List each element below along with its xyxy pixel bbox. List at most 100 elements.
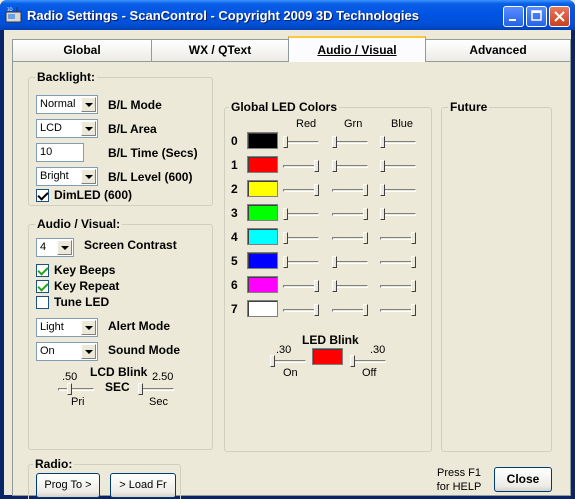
future-group: Future — [441, 100, 552, 452]
slider-thumb[interactable] — [411, 232, 416, 244]
led-blink-color-swatch[interactable] — [312, 348, 343, 365]
led-on-slider[interactable] — [269, 354, 307, 368]
slider-thumb[interactable] — [411, 280, 416, 292]
slider-thumb[interactable] — [138, 383, 143, 395]
slider-thumb[interactable] — [283, 136, 288, 148]
led-blue-slider[interactable] — [379, 207, 417, 221]
tab-advanced[interactable]: Advanced — [425, 39, 571, 61]
slider-thumb[interactable] — [411, 256, 416, 268]
led-color-swatch[interactable] — [247, 204, 278, 221]
led-color-swatch[interactable] — [247, 276, 278, 293]
slider-thumb[interactable] — [380, 136, 385, 148]
bl-level-select[interactable]: Bright — [36, 167, 98, 186]
slider-thumb[interactable] — [314, 160, 319, 172]
led-blue-slider[interactable] — [379, 255, 417, 269]
key-repeat-label: Key Repeat — [54, 279, 120, 293]
slider-thumb[interactable] — [350, 355, 355, 367]
tune-led-checkbox[interactable] — [36, 296, 49, 309]
contrast-select[interactable]: 4 — [36, 238, 74, 257]
slider-thumb[interactable] — [314, 184, 319, 196]
chevron-down-icon — [81, 344, 96, 359]
slider-thumb[interactable] — [314, 280, 319, 292]
led-red-slider[interactable] — [282, 255, 320, 269]
slider-thumb[interactable] — [332, 160, 337, 172]
slider-thumb[interactable] — [380, 208, 385, 220]
led-green-slider[interactable] — [331, 231, 369, 245]
led-blue-slider[interactable] — [379, 183, 417, 197]
led-blue-slider[interactable] — [379, 135, 417, 149]
audio-visual-title: Audio / Visual: — [35, 217, 123, 231]
slider-thumb[interactable] — [363, 208, 368, 220]
bl-mode-select[interactable]: Normal — [36, 95, 98, 114]
slider-thumb[interactable] — [283, 256, 288, 268]
led-red-slider[interactable] — [282, 207, 320, 221]
key-repeat-checkbox[interactable] — [36, 280, 49, 293]
led-blue-slider[interactable] — [379, 231, 417, 245]
led-color-swatch[interactable] — [247, 252, 278, 269]
blue-header: Blue — [391, 118, 414, 130]
led-colors-title: Global LED Colors — [229, 100, 340, 114]
led-red-slider[interactable] — [282, 183, 320, 197]
led-red-slider[interactable] — [282, 159, 320, 173]
led-color-swatch[interactable] — [247, 156, 278, 173]
led-blue-slider[interactable] — [379, 279, 417, 293]
slider-thumb[interactable] — [380, 160, 385, 172]
led-green-slider[interactable] — [331, 183, 369, 197]
led-color-swatch[interactable] — [247, 180, 278, 197]
led-red-slider[interactable] — [282, 303, 320, 317]
led-red-slider[interactable] — [282, 279, 320, 293]
led-color-swatch[interactable] — [247, 300, 278, 317]
slider-thumb[interactable] — [314, 304, 319, 316]
maximize-button[interactable] — [526, 6, 547, 27]
led-row-index: 3 — [231, 206, 238, 220]
led-red-slider[interactable] — [282, 231, 320, 245]
slider-thumb[interactable] — [332, 136, 337, 148]
slider-thumb[interactable] — [332, 280, 337, 292]
bl-time-input[interactable]: 10 — [36, 143, 84, 162]
led-green-slider[interactable] — [331, 207, 369, 221]
led-green-slider[interactable] — [331, 303, 369, 317]
prog-to-button[interactable]: Prog To > — [36, 473, 100, 498]
slider-thumb[interactable] — [283, 208, 288, 220]
slider-thumb[interactable] — [270, 355, 275, 367]
led-green-slider[interactable] — [331, 279, 369, 293]
tab-audio-visual[interactable]: Audio / Visual — [288, 36, 426, 62]
bl-mode-label: B/L Mode — [108, 98, 162, 112]
close-button[interactable]: Close — [494, 467, 552, 492]
contrast-value: 4 — [40, 241, 47, 253]
bl-level-label: B/L Level (600) — [108, 170, 193, 184]
led-green-slider[interactable] — [331, 159, 369, 173]
pri-blink-slider[interactable] — [57, 382, 95, 396]
key-beeps-checkbox[interactable] — [36, 264, 49, 277]
slider-thumb[interactable] — [380, 184, 385, 196]
chevron-down-icon — [57, 240, 72, 255]
led-color-swatch[interactable] — [247, 132, 278, 149]
slider-track — [283, 237, 319, 240]
led-off-slider[interactable] — [349, 354, 387, 368]
bl-area-select[interactable]: LCD — [36, 119, 98, 138]
title-bar[interactable]: 3D Radio Settings - ScanControl - Copyri… — [0, 0, 575, 30]
led-red-slider[interactable] — [282, 135, 320, 149]
slider-thumb[interactable] — [67, 383, 73, 395]
tab-wx-qtext[interactable]: WX / QText — [151, 39, 289, 61]
led-green-slider[interactable] — [331, 135, 369, 149]
bl-area-value: LCD — [40, 122, 63, 134]
sec-blink-slider[interactable] — [137, 382, 175, 396]
close-window-button[interactable] — [549, 6, 570, 27]
dimled-checkbox[interactable] — [36, 189, 49, 202]
led-green-slider[interactable] — [331, 255, 369, 269]
slider-thumb[interactable] — [283, 232, 288, 244]
led-blue-slider[interactable] — [379, 303, 417, 317]
led-color-swatch[interactable] — [247, 228, 278, 245]
slider-thumb[interactable] — [363, 304, 368, 316]
alert-mode-select[interactable]: Light — [36, 318, 98, 337]
load-from-button[interactable]: > Load Fr — [110, 473, 176, 498]
slider-thumb[interactable] — [363, 184, 368, 196]
led-blue-slider[interactable] — [379, 159, 417, 173]
slider-thumb[interactable] — [363, 232, 368, 244]
sound-mode-select[interactable]: On — [36, 342, 98, 361]
minimize-button[interactable] — [503, 6, 524, 27]
slider-thumb[interactable] — [332, 256, 337, 268]
tab-global[interactable]: Global — [12, 39, 152, 61]
slider-thumb[interactable] — [411, 304, 416, 316]
